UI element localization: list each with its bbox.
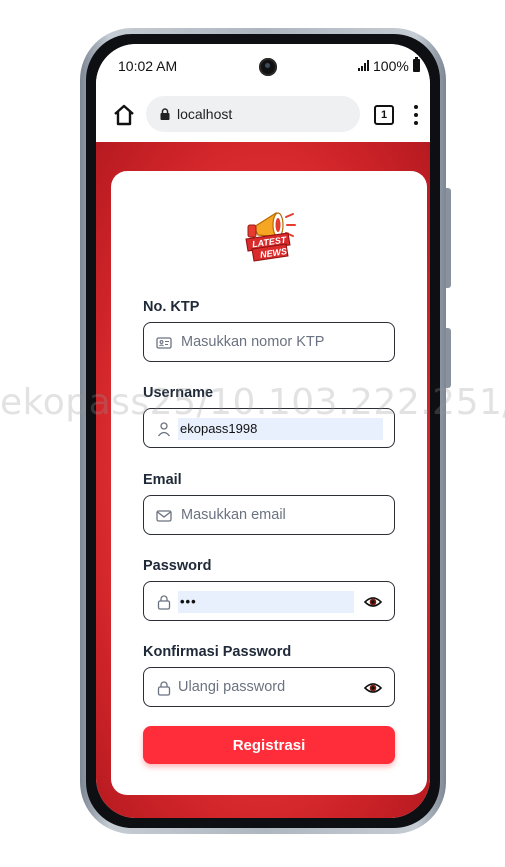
confirm-password-placeholder: Ulangi password (178, 679, 286, 695)
phone-bezel: 10:02 AM 100% localhost 1 LATEST NEWS No… (86, 34, 440, 828)
battery-percent: 100% (373, 58, 409, 74)
username-input[interactable]: ekopass1998 (143, 408, 395, 448)
username-value: ekopass1998 (178, 418, 383, 440)
browser-toolbar: localhost 1 (96, 88, 430, 142)
password-value: ••• (178, 591, 354, 613)
phone-frame: 10:02 AM 100% localhost 1 LATEST NEWS No… (80, 28, 451, 834)
email-placeholder: Masukkan email (181, 507, 286, 523)
confirm-password-label: Konfirmasi Password (143, 644, 292, 660)
camera-icon (259, 58, 277, 76)
email-input[interactable]: Masukkan email (143, 495, 395, 535)
password-label: Password (143, 558, 212, 574)
register-card: LATEST NEWS No. KTP Masukkan nomor KTP U… (111, 171, 427, 795)
ktp-placeholder: Masukkan nomor KTP (181, 334, 325, 350)
tab-switcher-button[interactable]: 1 (374, 105, 394, 125)
battery-icon (413, 57, 420, 72)
address-bar[interactable]: localhost (146, 96, 360, 132)
confirm-password-input[interactable]: Ulangi password (143, 667, 395, 707)
ktp-input[interactable]: Masukkan nomor KTP (143, 322, 395, 362)
phone-screen: 10:02 AM 100% localhost 1 LATEST NEWS No… (96, 44, 430, 818)
page-background: LATEST NEWS No. KTP Masukkan nomor KTP U… (96, 142, 430, 818)
username-label: Username (143, 385, 214, 401)
email-label: Email (143, 472, 182, 488)
power-button (446, 328, 451, 388)
id-card-icon (156, 337, 172, 349)
status-bar: 10:02 AM 100% (96, 44, 430, 88)
signal-icon (358, 60, 369, 71)
register-button[interactable]: Registrasi (143, 726, 395, 764)
volume-button (446, 188, 451, 288)
eye-icon[interactable] (364, 594, 382, 610)
lock-icon (157, 681, 171, 696)
user-icon (157, 422, 171, 437)
more-menu-icon[interactable] (408, 103, 424, 127)
lock-icon (160, 108, 170, 120)
password-input[interactable]: ••• (143, 581, 395, 621)
eye-icon[interactable] (364, 680, 382, 696)
home-icon[interactable] (112, 103, 136, 127)
mail-icon (156, 510, 172, 522)
ktp-label: No. KTP (143, 299, 200, 315)
url-text: localhost (177, 106, 233, 122)
status-time: 10:02 AM (118, 58, 178, 74)
lock-icon (157, 595, 171, 610)
